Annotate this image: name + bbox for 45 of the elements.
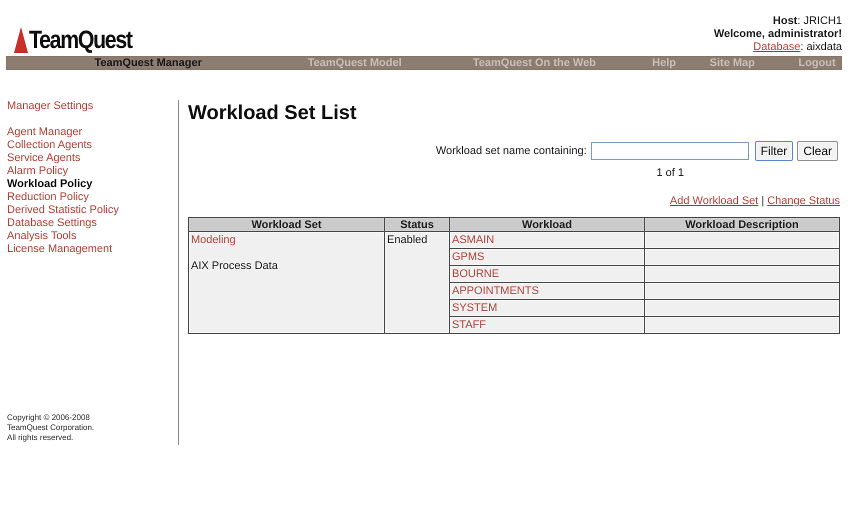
sidebar-item[interactable]: Database Settings [7, 217, 178, 230]
action-link[interactable]: Change Status [767, 195, 840, 207]
copyright-text: Copyright © 2006-2008 [7, 413, 91, 423]
separator-text: : [800, 41, 804, 53]
workload-link[interactable]: STAFF [452, 319, 486, 331]
workload-link[interactable]: GPMS [452, 251, 484, 263]
nav-tab[interactable]: TeamQuest Manager [6, 57, 290, 69]
sidebar-item[interactable]: Collection Agents [7, 139, 178, 152]
database-link[interactable]: Database [753, 41, 800, 53]
page-title: Workload Set List [188, 102, 358, 125]
workload-set-link[interactable]: Modeling [191, 234, 236, 246]
workload-link[interactable]: ASMAIN [452, 234, 494, 246]
column-header: Workload Description [644, 218, 840, 232]
sidebar-heading[interactable]: Manager Settings [7, 100, 178, 112]
sidebar-item[interactable]: License Management [7, 243, 178, 256]
sidebar-item[interactable]: Analysis Tools [7, 230, 178, 243]
pagination-text: 1 of 1 [656, 167, 684, 179]
column-header: Workload Set [188, 218, 384, 232]
sidebar-item[interactable]: Workload Policy [7, 178, 178, 191]
sidebar-item[interactable]: Derived Statistic Policy [7, 204, 178, 217]
sidebar-item[interactable]: Agent Manager [7, 126, 178, 139]
column-header: Status [384, 218, 450, 232]
host-label: Host [772, 15, 798, 27]
database-value: aixdata [806, 41, 842, 53]
welcome-text: Welcome, administrator! [714, 28, 842, 41]
host-value: JRICH1 [803, 15, 842, 27]
workload-link[interactable]: BOURNE [452, 268, 500, 280]
status-text: Enabled [387, 234, 428, 246]
workload-set-description: AIX Process Data [191, 260, 278, 272]
filter-button[interactable]: Clear [797, 141, 838, 161]
teamquest-logo: TeamQuest [14, 27, 150, 56]
pyramid-icon [14, 27, 28, 53]
filter-input[interactable] [590, 142, 749, 160]
sidebar-item[interactable]: Reduction Policy [7, 191, 178, 204]
column-header: Workload [450, 218, 644, 232]
copyright-text: All rights reserved. [7, 433, 74, 443]
sidebar-item[interactable]: Alarm Policy [7, 165, 178, 178]
filter-button[interactable]: Filter [754, 141, 794, 161]
separator-text: | [761, 195, 764, 207]
action-link[interactable]: Add Workload Set [670, 195, 758, 207]
separator-text: : [797, 15, 800, 27]
workload-link[interactable]: SYSTEM [452, 302, 498, 314]
filter-label: Workload set name containing: [436, 145, 587, 157]
copyright-text: TeamQuest Corporation. [7, 423, 96, 433]
sidebar-item[interactable]: Service Agents [7, 152, 178, 165]
